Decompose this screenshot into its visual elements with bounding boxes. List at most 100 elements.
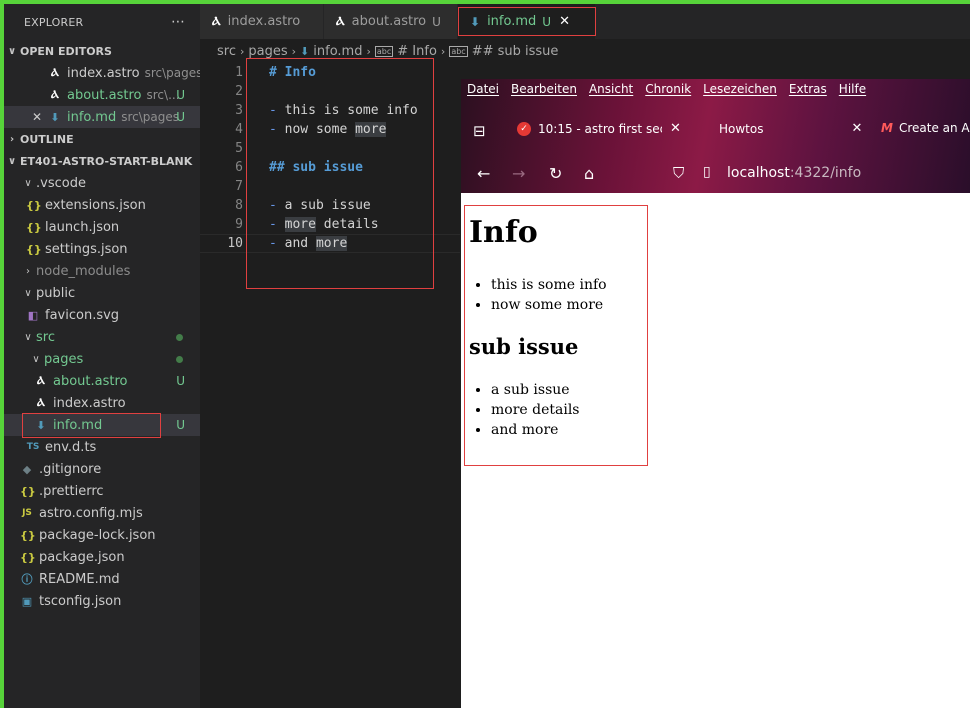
- line-number: 6: [235, 160, 243, 175]
- tree-file-favicon[interactable]: ◧ favicon.svg: [4, 304, 200, 326]
- tree-file-info[interactable]: ⬇ info.md U: [4, 414, 200, 436]
- browser-chrome: Datei Bearbeiten Ansicht Chronik Lesezei…: [461, 79, 970, 193]
- tree-file-extensions[interactable]: {} extensions.json: [4, 194, 200, 216]
- code-editor[interactable]: 1 # Info 2 3 - this is some info 4 - now…: [200, 63, 460, 708]
- tree-folder-public[interactable]: ∨ public: [4, 282, 200, 304]
- tree-folder-vscode[interactable]: ∨ .vscode: [4, 172, 200, 194]
- tree-file-launch[interactable]: {} launch.json: [4, 216, 200, 238]
- chevron-right-icon: ›: [26, 265, 30, 277]
- tree-item-label: info.md: [53, 417, 103, 433]
- forward-arrow-icon[interactable]: →: [512, 164, 525, 183]
- menu-bearbeiten[interactable]: Bearbeiten: [511, 82, 577, 100]
- menu-chronik[interactable]: Chronik: [645, 82, 691, 100]
- open-editor-path: src\pages: [144, 66, 200, 80]
- project-label: ET401-ASTRO-START-BLANK: [20, 154, 193, 168]
- breadcrumb-file[interactable]: info.md: [313, 44, 362, 59]
- git-file-icon: ◆: [22, 462, 32, 476]
- open-editor-index[interactable]: Ⲁ index.astro src\pages: [4, 62, 200, 84]
- browser-tab-howtos[interactable]: Howtos ✕: [719, 121, 862, 136]
- tab-list-icon[interactable]: ⊟: [473, 122, 486, 140]
- tree-folder-src[interactable]: ∨ src: [4, 326, 200, 348]
- line-number: 2: [235, 84, 243, 99]
- code-text: - a sub issue: [269, 198, 371, 213]
- tree-file-prettierrc[interactable]: {} .prettierrc: [4, 480, 200, 502]
- url-path: :4322/info: [789, 165, 862, 181]
- code-line: 3 - this is some info: [200, 101, 460, 120]
- info-file-icon: ⓘ: [21, 573, 33, 586]
- json-file-icon: {}: [20, 528, 36, 542]
- tab-label: about.astro: [351, 14, 427, 29]
- tree-file-env[interactable]: TS env.d.ts: [4, 436, 200, 458]
- code-line: 5: [200, 139, 460, 158]
- code-text: - now some more: [269, 122, 387, 137]
- tree-file-tsconfig[interactable]: ▣ tsconfig.json: [4, 590, 200, 612]
- json-file-icon: {}: [26, 198, 42, 212]
- line-number: 4: [235, 122, 243, 137]
- open-editor-info[interactable]: ✕ ⬇ info.md src\pages U: [4, 106, 200, 128]
- menu-datei[interactable]: Datei: [467, 82, 499, 100]
- open-editor-path: src\...: [146, 88, 180, 102]
- tree-folder-node-modules[interactable]: › node_modules: [4, 260, 200, 282]
- explorer-header: EXPLORER ⋯: [4, 4, 200, 40]
- chevron-right-icon: ›: [239, 44, 245, 58]
- menu-ansicht[interactable]: Ansicht: [589, 82, 633, 100]
- browser-tab-create-astro[interactable]: M Create an Astro: [881, 121, 970, 135]
- tree-item-label: settings.json: [45, 241, 128, 257]
- menu-extras[interactable]: Extras: [789, 82, 827, 100]
- tab-label: index.astro: [227, 14, 301, 29]
- tree-item-label: pages: [44, 351, 84, 367]
- tree-item-label: .vscode: [36, 175, 86, 191]
- breadcrumb-symbol-sub-issue[interactable]: ## sub issue: [472, 44, 559, 59]
- back-arrow-icon[interactable]: ←: [477, 164, 490, 183]
- tab-info-md[interactable]: ⬇ info.md U ✕: [458, 4, 596, 39]
- close-icon[interactable]: ✕: [851, 121, 862, 136]
- tab-index-astro[interactable]: Ⲁ index.astro: [200, 4, 324, 39]
- markdown-file-icon: ⬇: [300, 44, 310, 58]
- home-icon[interactable]: ⌂: [584, 164, 594, 183]
- close-tab-icon[interactable]: ✕: [559, 14, 570, 29]
- outline-section[interactable]: › OUTLINE: [4, 128, 200, 150]
- page-icon: ▯: [703, 164, 711, 180]
- explorer-sidebar: EXPLORER ⋯ ∨ OPEN EDITORS Ⲁ index.astro …: [4, 4, 200, 708]
- tree-file-package[interactable]: {} package.json: [4, 546, 200, 568]
- menu-hilfe[interactable]: Hilfe: [839, 82, 866, 100]
- chevron-right-icon: ›: [440, 44, 446, 58]
- open-editors-label: OPEN EDITORS: [20, 44, 112, 58]
- tree-folder-pages[interactable]: ∨ pages: [4, 348, 200, 370]
- tree-file-settings[interactable]: {} settings.json: [4, 238, 200, 260]
- json-file-icon: {}: [20, 484, 36, 498]
- untracked-badge: U: [432, 14, 441, 29]
- reload-icon[interactable]: ↻: [549, 164, 562, 183]
- tree-item-label: tsconfig.json: [39, 593, 122, 609]
- more-actions-icon[interactable]: ⋯: [171, 14, 186, 30]
- list-item: a sub issue: [491, 380, 580, 400]
- open-editors-section[interactable]: ∨ OPEN EDITORS: [4, 40, 200, 62]
- tab-about-astro[interactable]: Ⲁ about.astro U: [324, 4, 458, 39]
- menu-lesezeichen[interactable]: Lesezeichen: [703, 82, 777, 100]
- url-bar[interactable]: localhost:4322/info: [727, 165, 861, 181]
- tree-file-readme[interactable]: ⓘ README.md: [4, 568, 200, 590]
- chevron-down-icon: ∨: [24, 177, 32, 189]
- tree-file-package-lock[interactable]: {} package-lock.json: [4, 524, 200, 546]
- tree-item-label: launch.json: [45, 219, 120, 235]
- breadcrumb-pages[interactable]: pages: [248, 44, 287, 59]
- code-line-current: 10 - and more: [200, 234, 460, 253]
- project-section[interactable]: ∨ ET401-ASTRO-START-BLANK: [4, 150, 200, 172]
- browser-tab-astro-section[interactable]: ✓ 10:15 - astro first section ✕: [517, 121, 681, 136]
- close-icon[interactable]: ✕: [670, 121, 681, 136]
- page-heading: Info: [469, 215, 538, 250]
- tree-file-about[interactable]: Ⲁ about.astro U: [4, 370, 200, 392]
- breadcrumb-src[interactable]: src: [217, 44, 236, 59]
- chevron-down-icon: ∨: [24, 287, 32, 299]
- tree-file-gitignore[interactable]: ◆ .gitignore: [4, 458, 200, 480]
- tree-file-astro-config[interactable]: JS astro.config.mjs: [4, 502, 200, 524]
- chevron-down-icon: ∨: [7, 155, 17, 167]
- open-editor-about[interactable]: Ⲁ about.astro src\... U: [4, 84, 200, 106]
- shield-icon[interactable]: ⛉: [673, 164, 684, 182]
- chevron-right-icon: ›: [9, 133, 15, 145]
- close-icon[interactable]: ✕: [32, 110, 48, 124]
- json-file-icon: {}: [26, 242, 42, 256]
- breadcrumb-symbol-info[interactable]: # Info: [397, 44, 437, 59]
- tree-file-index[interactable]: Ⲁ index.astro: [4, 392, 200, 414]
- line-number: 9: [235, 217, 243, 232]
